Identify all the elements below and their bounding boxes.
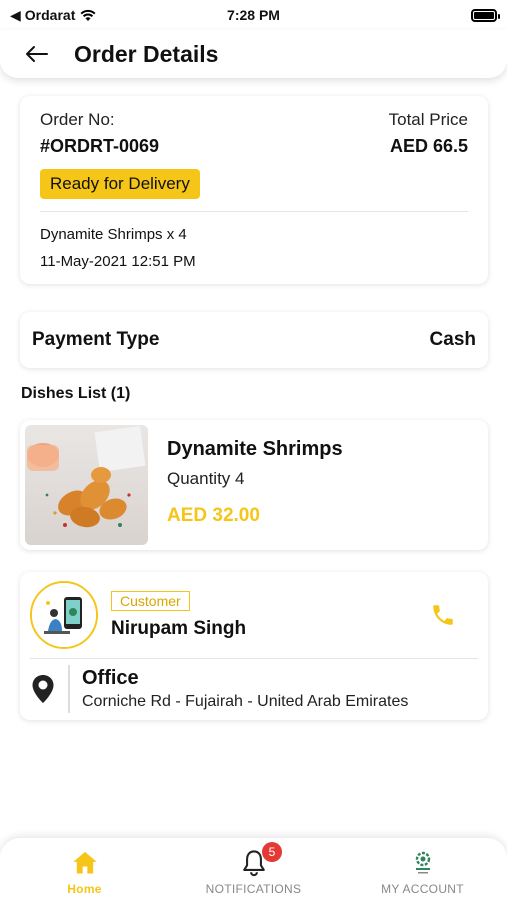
address-line: Corniche Rd - Fujairah - United Arab Emi… <box>82 693 409 710</box>
customer-text: Customer Nirupam Singh <box>111 590 247 640</box>
status-left: ◀ Ordarat <box>10 7 170 24</box>
address-row: Office Corniche Rd - Fujairah - United A… <box>20 659 488 719</box>
account-logo-icon <box>415 851 430 874</box>
dish-price: AED 32.00 <box>167 505 260 526</box>
order-datetime: 11-May-2021 12:51 PM <box>40 253 196 270</box>
back-arrow-icon <box>26 46 48 62</box>
back-button[interactable] <box>22 39 52 69</box>
nav-item-notifications[interactable]: 5 NOTIFICATIONS <box>169 838 338 900</box>
status-bar: ◀ Ordarat 7:28 PM <box>0 0 507 30</box>
dish-info: Dynamite Shrimps Quantity 4 AED 32.00 <box>167 425 343 545</box>
battery-icon <box>471 8 500 22</box>
dish-quantity: Quantity 4 <box>167 469 245 488</box>
bottom-navigation: Home 5 NOTIFICATIONS MY ACCOUNT <box>0 838 507 900</box>
nav-label-notifications: NOTIFICATIONS <box>205 882 302 896</box>
status-time: 7:28 PM <box>227 7 280 23</box>
order-summary-card: Order No: #ORDRT-0069 Total Price AED 66… <box>20 96 488 284</box>
header: Order Details <box>0 30 507 78</box>
call-button[interactable] <box>430 602 456 628</box>
dish-item-card[interactable]: Dynamite Shrimps Quantity 4 AED 32.00 <box>20 420 488 550</box>
customer-row: Customer Nirupam Singh <box>20 572 488 658</box>
page-title: Order Details <box>74 40 219 67</box>
customer-badge: Customer <box>111 590 190 611</box>
total-price-block: Total Price AED 66.5 <box>389 110 468 157</box>
order-number: #ORDRT-0069 <box>40 136 160 156</box>
order-divider <box>40 211 468 212</box>
phone-icon <box>433 605 453 625</box>
status-right <box>337 8 500 22</box>
home-icon <box>72 851 97 874</box>
order-status-badge: Ready for Delivery <box>40 169 200 199</box>
dish-image <box>25 425 148 545</box>
nav-icon-wrap <box>409 848 437 878</box>
order-number-label: Order No: <box>40 110 115 129</box>
back-to-app-icon: ◀ <box>10 6 21 23</box>
nav-item-home[interactable]: Home <box>0 838 169 900</box>
customer-name: Nirupam Singh <box>111 617 247 639</box>
dish-photo <box>25 425 148 545</box>
payment-type-label: Payment Type <box>32 329 160 350</box>
payment-type-card: Payment Type Cash <box>20 312 488 368</box>
dishes-list-title: Dishes List (1) <box>21 385 131 402</box>
order-top-row: Order No: #ORDRT-0069 Total Price AED 66… <box>40 110 468 157</box>
total-price: AED 66.5 <box>389 136 468 156</box>
wifi-icon <box>80 9 96 21</box>
customer-card: Customer Nirupam Singh Office Corniche R… <box>20 572 488 720</box>
pin-wrap <box>28 674 58 704</box>
avatar-illustration-icon <box>32 583 96 647</box>
nav-label-my-account: MY ACCOUNT <box>381 882 464 896</box>
address-text: Office Corniche Rd - Fujairah - United A… <box>82 667 408 711</box>
order-item-summary: Dynamite Shrimps x 4 <box>40 226 187 243</box>
nav-label-home: Home <box>67 882 102 896</box>
customer-avatar <box>30 581 98 649</box>
address-title: Office <box>82 667 139 689</box>
notification-count-badge: 5 <box>262 842 282 862</box>
carrier-label: Ordarat <box>24 7 76 23</box>
battery-fill <box>474 11 494 19</box>
order-number-block: Order No: #ORDRT-0069 <box>40 110 159 157</box>
payment-type-value: Cash <box>429 329 476 350</box>
location-pin-icon <box>32 675 54 703</box>
nav-item-my-account[interactable]: MY ACCOUNT <box>338 838 507 900</box>
address-separator <box>68 665 70 713</box>
dish-name: Dynamite Shrimps <box>167 438 343 460</box>
nav-icon-wrap <box>71 848 99 878</box>
total-price-label: Total Price <box>388 110 468 129</box>
